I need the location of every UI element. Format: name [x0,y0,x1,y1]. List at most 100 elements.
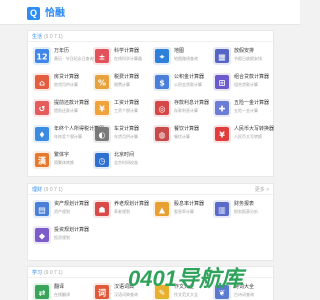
clock-icon[interactable]: ◷ [92,150,112,170]
svg-text:▦: ▦ [218,53,226,62]
tool-name[interactable]: 股息率计算器 [174,201,204,208]
svg-text:%: % [98,79,106,88]
svg-text:⇄: ⇄ [39,289,46,298]
tool-item[interactable]: ◎ 存款利息计算器 存款利息计算 [152,98,210,118]
tool-item[interactable]: ☗ 养老规划计算器 养老规划 [92,199,150,219]
tool-name[interactable]: 地图 [174,48,184,55]
schedule-icon[interactable]: ▦ [212,46,232,66]
asset-planning-icon[interactable]: ▤ [32,199,52,219]
tool-name[interactable]: 万年历 [54,48,69,55]
tool-name[interactable]: 房贷计算器 [54,74,79,81]
tool-description: 房贷月供计算 [54,82,78,87]
tool-name[interactable]: 投资规划计算器 [54,227,89,234]
tool-name[interactable]: 放假安排 [234,48,254,55]
tool-item[interactable]: ▥ 财务报表 财务报表分析 [212,199,270,219]
combo-loan-icon[interactable]: ⊞ [212,72,232,92]
tool-item[interactable]: ✚ 五险一金计算器 五险一金计算 [212,98,270,118]
salary-calculator-icon[interactable]: ¥ [92,98,112,118]
app-logo-icon[interactable]: Q [27,7,40,20]
annual-tax-icon[interactable]: ♦ [32,124,52,144]
investment-planning-icon[interactable]: ◆ [32,225,52,245]
tool-item[interactable]: ▲ 股息率计算器 股息率计算 [152,199,210,219]
app-title[interactable]: 恰融 [45,7,65,20]
svg-text:¥: ¥ [219,131,225,140]
tool-name[interactable]: 税费计算器 [114,74,139,81]
tool-item[interactable]: ♦ 年终个人所得税计算器 年终奖个税计算 [32,124,104,144]
tool-description: 存款利息计算 [174,108,198,113]
tool-description: 养老规划 [114,209,130,214]
tool-name[interactable]: 餐饮计算器 [174,126,199,133]
tool-description: 地图路线查询 [174,56,198,61]
prepay-calculator-icon[interactable]: ↺ [32,98,52,118]
tool-item[interactable]: $ 公积金计算器 公积金贷款计算 [152,72,210,92]
dining-calculator-icon[interactable]: ◍ [152,124,172,144]
tool-name[interactable]: 工资计算器 [114,100,139,107]
insurance-calculator-icon[interactable]: ✚ [212,98,232,118]
tool-item[interactable]: ◐ 车贷计算器 车贷月供计算 [92,124,150,144]
house-calculator-icon[interactable]: ⌂ [32,72,52,92]
traditional-chinese-icon[interactable]: 漢 [32,150,52,170]
fund-calculator-icon[interactable]: $ [152,72,172,92]
watermark-logo: 0401导航库 [124,264,300,300]
tool-item[interactable]: 12 万年历 黄历 · 节日纪念日查询 [32,46,94,66]
tool-description: 股息率计算 [174,209,194,214]
section-life: 生活 (9 0 7 1) 12 万年历 黄历 · 节日纪念日查询 ± 科学计算器 在线科学计… [27,30,274,177]
tool-name[interactable]: 翻译 [54,284,64,291]
tool-item[interactable]: ▦ 放假安排 节假日放假安排 [212,46,270,66]
tool-name[interactable]: 人民币大写转换器 [234,126,274,133]
tool-item[interactable]: ↺ 提前还款计算器 提前还款计算 [32,98,90,118]
divider [28,194,273,195]
tool-name[interactable]: 车贷计算器 [114,126,139,133]
tool-item[interactable]: % 税费计算器 税费计算 [92,72,150,92]
calendar-icon[interactable]: 12 [32,46,52,66]
svg-text:⌂: ⌂ [39,79,45,88]
map-icon[interactable]: ⌖ [152,46,172,66]
watermark-text: 0401导航库 [128,266,243,291]
tool-item[interactable]: ¥ 人民币大写转换器 人民币大写转换 [212,124,274,144]
tool-item[interactable]: ⇄ 翻译 在线翻译 [32,282,90,300]
tool-description: 节假日放假安排 [234,56,262,61]
dividend-calculator-icon[interactable]: ▲ [152,199,172,219]
tool-name[interactable]: 繁体字 [54,152,69,159]
tool-item[interactable]: ▤ 资产规划计算器 资产规划 [32,199,90,219]
section-title: 学习 (9 0 7 1) [32,270,63,276]
tool-item[interactable]: ⌂ 房贷计算器 房贷月供计算 [32,72,90,92]
svg-text:漢: 漢 [38,156,47,166]
tool-item[interactable]: 漢繁体字 简繁体转换 [32,150,90,170]
svg-text:▤: ▤ [38,206,46,215]
svg-text:词: 词 [98,289,106,298]
dictionary-icon[interactable]: 词 [92,282,112,300]
svg-text:↺: ↺ [39,105,46,114]
tool-name[interactable]: 组合贷款计算器 [234,74,269,81]
tool-item[interactable]: ⌖ 地图 地图路线查询 [152,46,210,66]
tool-description: 黄历 · 节日纪念日查询 [54,56,94,61]
calculator-icon[interactable]: ± [92,46,112,66]
tool-item[interactable]: ◷ 北京时间 北京时间校准 [92,150,150,170]
svg-text:⌖: ⌖ [159,53,165,62]
financial-report-icon[interactable]: ▥ [212,199,232,219]
tool-name[interactable]: 资产规划计算器 [54,201,89,208]
tool-item[interactable]: ◍ 餐饮计算器 餐饮计算 [152,124,210,144]
svg-text:▲: ▲ [159,206,166,215]
tool-name[interactable]: 财务报表 [234,201,254,208]
tool-item[interactable]: ◆ 投资规划计算器 投资规划 [32,225,90,245]
tool-name[interactable]: 公积金计算器 [174,74,204,81]
tool-name[interactable]: 五险一金计算器 [234,100,269,107]
tool-item[interactable]: ¥ 工资计算器 工资个税计算 [92,98,150,118]
tool-name[interactable]: 存款利息计算器 [174,100,209,107]
retirement-planning-icon[interactable]: ☗ [92,199,112,219]
divider [28,41,273,42]
svg-text:♦: ♦ [38,131,45,140]
tool-item[interactable]: ⊞ 组合贷款计算器 组合贷款计算 [212,72,270,92]
tax-calculator-icon[interactable]: % [92,72,112,92]
tool-item[interactable]: ± 科学计算器 在线科学计算器 [92,46,150,66]
tool-name[interactable]: 科学计算器 [114,48,139,55]
tool-name[interactable]: 北京时间 [114,152,134,159]
translate-icon[interactable]: ⇄ [32,282,52,300]
tool-name[interactable]: 提前还款计算器 [54,100,89,107]
tool-name[interactable]: 养老规划计算器 [114,201,149,208]
more-link[interactable]: 更多 > [255,186,269,194]
deposit-calculator-icon[interactable]: ◎ [152,98,172,118]
car-loan-icon[interactable]: ◐ [92,124,112,144]
rmb-icon[interactable]: ¥ [212,124,232,144]
